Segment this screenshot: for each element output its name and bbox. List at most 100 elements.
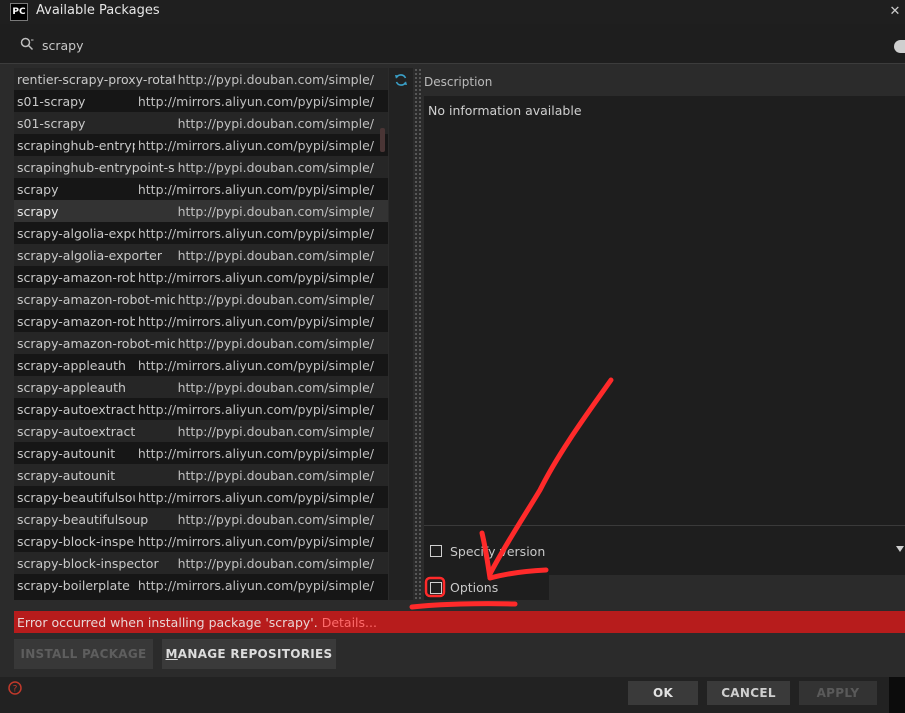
options-label: Options [450, 580, 499, 595]
package-row[interactable]: scrapy-block-inspector http://pypi.douban… [14, 552, 388, 574]
list-toolbar [389, 68, 413, 600]
ok-button[interactable]: OK [628, 681, 698, 705]
package-repository: http://mirrors.aliyun.com/pypi/simple/ [134, 270, 374, 285]
svg-text:?: ? [13, 685, 18, 695]
window-title: Available Packages [36, 3, 160, 18]
package-repository: http://mirrors.aliyun.com/pypi/simple/ [134, 226, 374, 241]
package-repository: http://pypi.douban.com/simple/ [174, 160, 374, 175]
reload-icon[interactable] [394, 73, 408, 87]
package-repository: http://mirrors.aliyun.com/pypi/simple/ [134, 94, 374, 109]
package-repository: http://pypi.douban.com/simple/ [174, 468, 374, 483]
description-panel: Description No information available [424, 68, 905, 525]
package-name: scrapy-appleauth [17, 380, 126, 395]
clear-search-icon[interactable] [894, 40, 905, 53]
package-row[interactable]: scrapy-autoextract http://pypi.douban.com… [14, 420, 388, 442]
package-name: scrapy-autounit [17, 446, 116, 461]
manage-repositories-button[interactable]: MANAGE REPOSITORIES [162, 639, 336, 669]
package-name: scrapy [17, 204, 59, 219]
package-row[interactable]: scrapy-autounit http://mirrors.aliyun.com… [14, 442, 388, 464]
package-name: scrapy-boilerplate [17, 578, 130, 593]
package-repository: http://mirrors.aliyun.com/pypi/simple/ [134, 534, 374, 549]
package-repository: http://pypi.douban.com/simple/ [174, 292, 374, 307]
specify-version-row: Specify version [424, 525, 905, 575]
package-repository: http://mirrors.aliyun.com/pypi/simple/ [134, 182, 374, 197]
error-message: Error occurred when installing package '… [17, 615, 377, 630]
install-package-button[interactable]: INSTALL PACKAGE [14, 639, 153, 669]
package-search-input[interactable] [42, 35, 862, 55]
options-checkbox[interactable] [430, 582, 442, 594]
error-details-link[interactable]: Details... [322, 615, 377, 630]
package-row[interactable]: scrapinghub-entrypoint-scrapy http://pypi… [14, 156, 388, 178]
package-row[interactable]: scrapy-amazon-robot-middleware-jondothtt… [14, 288, 388, 310]
package-repository: http://mirrors.aliyun.com/pypi/simple/ [134, 314, 374, 329]
close-icon: ✕ [889, 4, 901, 19]
pycharm-app-icon: PC [10, 3, 28, 21]
package-row[interactable]: scrapy-autoextract http://mirrors.aliyun.… [14, 398, 388, 420]
panel-splitter[interactable] [414, 68, 422, 600]
package-repository: http://pypi.douban.com/simple/ [174, 248, 374, 263]
package-repository: http://pypi.douban.com/simple/ [174, 380, 374, 395]
error-message-text: Error occurred when installing package '… [17, 615, 318, 630]
search-icon [20, 37, 34, 51]
package-repository: http://mirrors.aliyun.com/pypi/simple/ [134, 358, 374, 373]
title-bar: PC Available Packages ✕ [0, 0, 905, 24]
search-bar [0, 24, 905, 64]
package-repository: http://mirrors.aliyun.com/pypi/simple/ [134, 490, 374, 505]
package-row[interactable]: s01-scrapy http://pypi.douban.com/simple/ [14, 112, 388, 134]
package-row[interactable]: scrapy-algolia-exporter http://pypi.douba… [14, 244, 388, 266]
package-row[interactable]: rentier-scrapy-proxy-rotator http://pypi.… [14, 68, 388, 90]
package-row[interactable]: scrapy-algolia-exporter http://mirrors.al… [14, 222, 388, 244]
close-window-button[interactable]: ✕ [885, 0, 905, 24]
package-repository: http://pypi.douban.com/simple/ [174, 336, 374, 351]
package-repository: http://pypi.douban.com/simple/ [174, 204, 374, 219]
package-row[interactable]: s01-scrapy http://mirrors.aliyun.com/pypi… [14, 90, 388, 112]
package-list[interactable]: rentier-scrapy-proxy-rotator http://pypi.… [14, 68, 388, 600]
package-repository: http://mirrors.aliyun.com/pypi/simple/ [134, 578, 374, 593]
description-box: No information available [424, 96, 905, 525]
package-name: scrapy-appleauth [17, 358, 126, 373]
package-name: scrapy-beautifulsoup [17, 512, 149, 527]
package-row[interactable]: scrapy-autounit http://pypi.douban.com/si… [14, 464, 388, 486]
package-repository: http://mirrors.aliyun.com/pypi/simple/ [134, 402, 374, 417]
window-edge [889, 677, 905, 713]
scrollbar-thumb[interactable] [380, 128, 385, 152]
specify-version-checkbox[interactable] [430, 545, 442, 557]
package-name: scrapy-beautifulsoup [17, 490, 149, 505]
help-icon[interactable]: ? [8, 681, 22, 695]
description-text: No information available [428, 103, 582, 118]
manage-mnemonic: M [165, 647, 178, 661]
package-name: scrapy-autoextract [17, 424, 136, 439]
package-name: scrapy [17, 182, 59, 197]
manage-label: ANAGE REPOSITORIES [177, 647, 333, 661]
specify-version-label: Specify version [450, 544, 546, 559]
options-row: Options [424, 575, 549, 600]
package-row[interactable]: scrapy-appleauth http://mirrors.aliyun.co… [14, 354, 388, 376]
cancel-button[interactable]: CANCEL [707, 681, 790, 705]
package-repository: http://pypi.douban.com/simple/ [174, 72, 374, 87]
error-banner: Error occurred when installing package '… [14, 611, 905, 633]
package-row[interactable]: scrapy-block-inspector http://mirrors.ali… [14, 530, 388, 552]
package-repository: http://mirrors.aliyun.com/pypi/simple/ [134, 446, 374, 461]
package-repository: http://mirrors.aliyun.com/pypi/simple/ [134, 138, 374, 153]
chevron-down-icon[interactable] [896, 546, 904, 552]
package-row[interactable]: scrapy-amazon-robot-middleware3 http://py… [14, 332, 388, 354]
package-name: rentier-scrapy-proxy-rotator [17, 72, 191, 87]
package-repository: http://pypi.douban.com/simple/ [174, 424, 374, 439]
package-name: s01-scrapy [17, 94, 86, 109]
package-name: s01-scrapy [17, 116, 86, 131]
package-repository: http://pypi.douban.com/simple/ [174, 556, 374, 571]
package-name: scrapy-algolia-exporter [17, 248, 162, 263]
package-row[interactable]: scrapy-beautifulsoup http://mirrors.aliyu… [14, 486, 388, 508]
package-row[interactable]: scrapy-amazon-robot-middleware3 http://mi… [14, 310, 388, 332]
package-row[interactable]: scrapy-boilerplate http://mirrors.aliyun.… [14, 574, 388, 596]
description-label: Description [424, 75, 493, 89]
apply-button[interactable]: APPLY [799, 681, 877, 705]
package-repository: http://pypi.douban.com/simple/ [174, 116, 374, 131]
package-row[interactable]: scrapy-amazon-robot-middleware-jondothtt… [14, 266, 388, 288]
package-row[interactable]: scrapy-appleauth http://pypi.douban.com/s… [14, 376, 388, 398]
package-row[interactable]: scrapy http://mirrors.aliyun.com/pypi/sim… [14, 178, 388, 200]
package-row[interactable]: scrapinghub-entrypoint-scrapy http://mirr… [14, 134, 388, 156]
package-row[interactable]: scrapy-beautifulsoup http://pypi.douban.c… [14, 508, 388, 530]
package-row[interactable]: scrapy http://pypi.douban.com/simple/ [14, 200, 388, 222]
annotation-underline [409, 601, 518, 610]
